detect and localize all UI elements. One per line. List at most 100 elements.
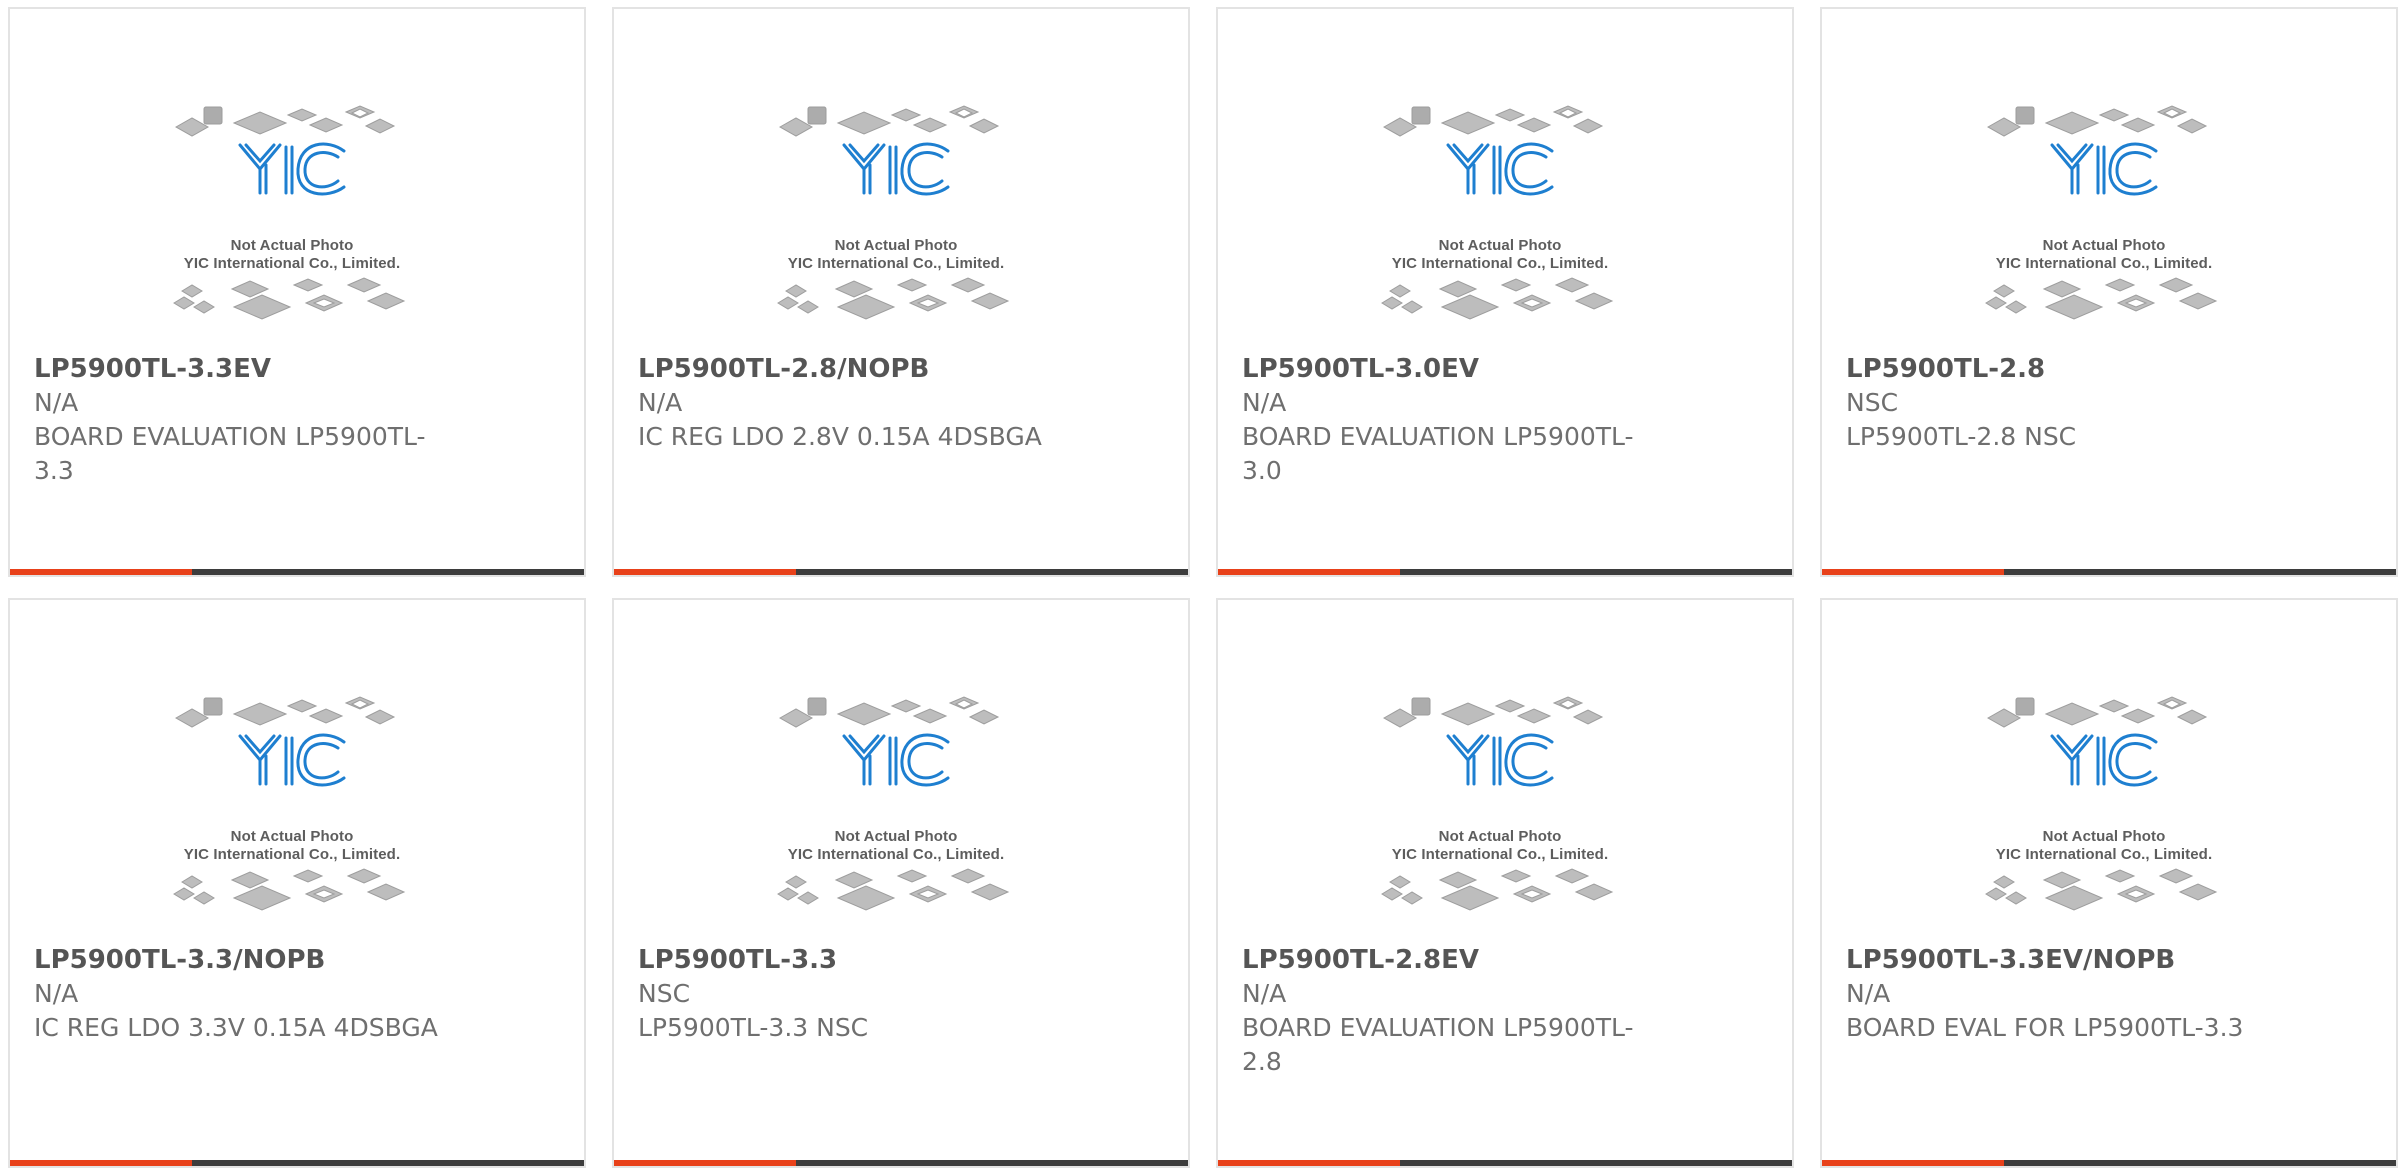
placeholder-caption-line1: Not Actual Photo [2042,237,2166,254]
product-info: LP5900TL-3.0EV N/A BOARD EVALUATION LP59… [1242,352,1662,488]
product-info: LP5900TL-3.3EV/NOPB N/A BOARD EVAL FOR L… [1846,943,2266,1045]
product-info: LP5900TL-3.3EV N/A BOARD EVALUATION LP59… [34,352,454,488]
card-bottom-bar [1822,569,2396,575]
product-grid: Not Actual Photo YIC International Co., … [8,7,2398,1168]
part-number[interactable]: LP5900TL-2.8/NOPB [638,352,1058,386]
card-bottom-bar [1218,569,1792,575]
product-placeholder-image: Not Actual Photo YIC International Co., … [154,95,430,345]
chip-icons-bottom [777,277,1010,320]
product-card[interactable]: Not Actual Photo YIC International Co., … [1820,598,2398,1168]
placeholder-caption-line2: YIC International Co., Limited. [183,846,401,863]
product-card[interactable]: Not Actual Photo YIC International Co., … [8,598,586,1168]
chip-packages-illustration [1381,696,1614,911]
chip-icons-bottom [1381,868,1614,911]
description: LP5900TL-2.8 NSC [1846,422,2077,451]
yic-logo [1446,733,1554,787]
manufacturer: NSC [1846,388,1899,417]
chip-icons-top [778,696,1000,728]
product-info: LP5900TL-2.8/NOPB N/A IC REG LDO 2.8V 0.… [638,352,1058,454]
chip-icons-top [1382,105,1604,137]
chip-packages-illustration [173,696,406,911]
chip-packages-illustration [1381,105,1614,320]
product-card[interactable]: Not Actual Photo YIC International Co., … [8,7,586,577]
product-placeholder-image: Not Actual Photo YIC International Co., … [1966,95,2242,345]
product-info: LP5900TL-3.3/NOPB N/A IC REG LDO 3.3V 0.… [34,943,454,1045]
product-card[interactable]: Not Actual Photo YIC International Co., … [612,7,1190,577]
product-placeholder-image: Not Actual Photo YIC International Co., … [154,686,430,936]
chip-icons-bottom [777,868,1010,911]
chip-icons-bottom [1985,868,2218,911]
card-accent-bar [10,569,192,575]
part-number[interactable]: LP5900TL-3.3EV/NOPB [1846,943,2266,977]
placeholder-caption-line1: Not Actual Photo [2042,828,2166,845]
product-placeholder-image: Not Actual Photo YIC International Co., … [1362,95,1638,345]
description: IC REG LDO 2.8V 0.15A 4DSBGA [638,422,1042,451]
placeholder-caption-line2: YIC International Co., Limited. [1391,255,1609,272]
placeholder-caption-line2: YIC International Co., Limited. [183,255,401,272]
product-placeholder-image: Not Actual Photo YIC International Co., … [1966,686,2242,936]
placeholder-caption-line1: Not Actual Photo [230,828,354,845]
chip-icons-bottom [173,277,406,320]
chip-icons-bottom [173,868,406,911]
chip-icons-top [174,696,396,728]
product-card[interactable]: Not Actual Photo YIC International Co., … [612,598,1190,1168]
chip-packages-illustration [173,105,406,320]
placeholder-caption-line1: Not Actual Photo [834,237,958,254]
product-placeholder-image: Not Actual Photo YIC International Co., … [758,95,1034,345]
yic-logo [842,733,950,787]
manufacturer: NSC [638,979,691,1008]
product-placeholder-image: Not Actual Photo YIC International Co., … [758,686,1034,936]
yic-logo [842,142,950,196]
part-number[interactable]: LP5900TL-2.8 [1846,352,2266,386]
part-number[interactable]: LP5900TL-3.0EV [1242,352,1662,386]
manufacturer: N/A [638,388,683,417]
placeholder-caption-line2: YIC International Co., Limited. [787,846,1005,863]
manufacturer: N/A [1242,979,1287,1008]
yic-logo [238,733,346,787]
placeholder-caption-line1: Not Actual Photo [230,237,354,254]
chip-packages-illustration [1985,105,2218,320]
placeholder-caption-line2: YIC International Co., Limited. [787,255,1005,272]
chip-icons-top [1382,696,1604,728]
part-number[interactable]: LP5900TL-3.3EV [34,352,454,386]
manufacturer: N/A [1242,388,1287,417]
description: LP5900TL-3.3 NSC [638,1013,869,1042]
card-accent-bar [614,569,796,575]
card-accent-bar [1822,569,2004,575]
placeholder-caption-line1: Not Actual Photo [1438,237,1562,254]
product-info: LP5900TL-2.8EV N/A BOARD EVALUATION LP59… [1242,943,1662,1079]
manufacturer: N/A [34,388,79,417]
product-card[interactable]: Not Actual Photo YIC International Co., … [1216,7,1794,577]
part-number[interactable]: LP5900TL-3.3/NOPB [34,943,454,977]
part-number[interactable]: LP5900TL-3.3 [638,943,1058,977]
chip-icons-top [1986,696,2208,728]
product-card[interactable]: Not Actual Photo YIC International Co., … [1820,7,2398,577]
placeholder-caption-line2: YIC International Co., Limited. [1995,255,2213,272]
product-card[interactable]: Not Actual Photo YIC International Co., … [1216,598,1794,1168]
description: BOARD EVAL FOR LP5900TL-3.3 [1846,1013,2244,1042]
product-info: LP5900TL-2.8 NSC LP5900TL-2.8 NSC [1846,352,2266,454]
chip-packages-illustration [1985,696,2218,911]
product-placeholder-image: Not Actual Photo YIC International Co., … [1362,686,1638,936]
description: BOARD EVALUATION LP5900TL-2.8 [1242,1013,1634,1076]
placeholder-caption-line2: YIC International Co., Limited. [1391,846,1609,863]
chip-icons-bottom [1985,277,2218,320]
part-number[interactable]: LP5900TL-2.8EV [1242,943,1662,977]
description: BOARD EVALUATION LP5900TL-3.3 [34,422,426,485]
chip-packages-illustration [777,696,1010,911]
yic-logo [1446,142,1554,196]
manufacturer: N/A [34,979,79,1008]
yic-logo [238,142,346,196]
yic-logo [2050,733,2158,787]
product-info: LP5900TL-3.3 NSC LP5900TL-3.3 NSC [638,943,1058,1045]
placeholder-caption-line2: YIC International Co., Limited. [1995,846,2213,863]
chip-icons-top [778,105,1000,137]
card-bottom-bar [614,569,1188,575]
yic-logo [2050,142,2158,196]
placeholder-caption-line1: Not Actual Photo [1438,828,1562,845]
description: BOARD EVALUATION LP5900TL-3.0 [1242,422,1634,485]
chip-packages-illustration [777,105,1010,320]
card-accent-bar [1218,569,1400,575]
placeholder-caption-line1: Not Actual Photo [834,828,958,845]
chip-icons-bottom [1381,277,1614,320]
